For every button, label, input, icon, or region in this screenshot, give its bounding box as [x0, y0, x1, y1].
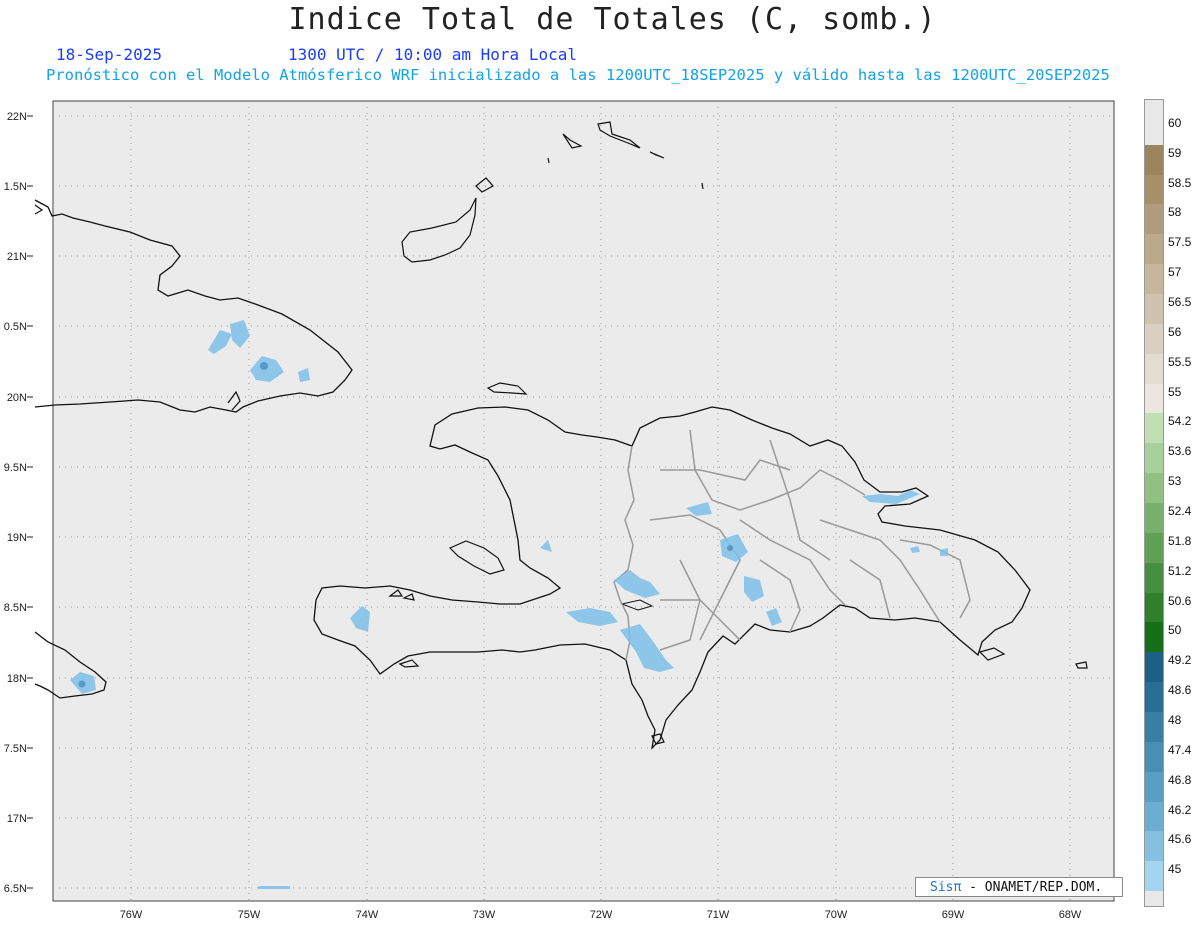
lat-tick-label: 17N — [7, 813, 27, 825]
legend-label: 50.6 — [1168, 593, 1192, 608]
legend-swatch — [1145, 682, 1163, 712]
lat-tick-label: 19N — [7, 532, 27, 544]
legend-swatch — [1145, 204, 1163, 235]
legend-label: 58 — [1168, 205, 1182, 220]
lon-tick-label: 75W — [238, 909, 261, 921]
lat-tick-label: 7.5N — [4, 743, 27, 755]
lon-tick-label: 70W — [825, 909, 848, 921]
color-legend — [1144, 99, 1164, 907]
lat-tick-label: 0.5N — [4, 321, 27, 333]
legend-label: 54.2 — [1168, 414, 1192, 429]
lon-tick-label: 69W — [942, 909, 965, 921]
legend-swatch — [1145, 413, 1163, 444]
legend-label: 57 — [1168, 265, 1182, 280]
legend-swatch — [1145, 532, 1163, 563]
legend-label: 55 — [1168, 384, 1182, 399]
lon-tick-label: 68W — [1059, 909, 1082, 921]
legend-swatch — [1145, 652, 1163, 683]
legend-label: 46.8 — [1168, 772, 1192, 787]
legend-label: 47.4 — [1168, 742, 1192, 757]
lat-tick-label: 9.5N — [4, 462, 27, 474]
legend-label: 46.2 — [1168, 802, 1192, 817]
legend-swatch — [1145, 383, 1163, 414]
lon-tick-label: 74W — [356, 909, 379, 921]
legend-swatch — [1145, 443, 1163, 474]
lon-tick-label: 73W — [473, 909, 496, 921]
legend-label: 60 — [1168, 115, 1182, 130]
legend-swatch — [1145, 234, 1163, 265]
credit-org: - ONAMET/REP.DOM. — [969, 880, 1103, 895]
legend-swatch — [1145, 353, 1163, 384]
legend-label: 56 — [1168, 324, 1182, 339]
longitude-labels: 76W 75W 74W 73W 72W 71W 70W 69W 68W — [120, 909, 1082, 921]
legend-swatch — [1145, 592, 1163, 623]
legend-label: 49.2 — [1168, 653, 1192, 668]
map-canvas: 22N 1.5N 21N 0.5N 20N 9.5N 19N 8.5N 18N 7.5N 17N 6.… — [4, 100, 1115, 921]
legend-label: 56.5 — [1168, 295, 1192, 310]
lon-tick-label: 72W — [590, 909, 613, 921]
legend-swatch — [1145, 264, 1163, 295]
legend-swatch — [1145, 861, 1163, 892]
credit-brand: Sisπ — [930, 880, 962, 895]
latitude-labels: 22N 1.5N 21N 0.5N 20N 9.5N 19N 8.5N 18N 7.5N 17N 6.… — [4, 111, 33, 895]
legend-label: 55.5 — [1168, 354, 1192, 369]
legend-swatch — [1145, 801, 1163, 832]
lat-tick-label: 20N — [7, 392, 27, 404]
legend-swatch — [1145, 174, 1163, 205]
legend-label: 50 — [1168, 623, 1182, 638]
legend-label: 51.8 — [1168, 533, 1192, 548]
legend-swatch — [1145, 473, 1163, 503]
legend-label: 45.6 — [1168, 832, 1192, 847]
lat-tick-label: 21N — [7, 251, 27, 263]
legend-label: 58.5 — [1168, 175, 1192, 190]
lon-tick-label: 71W — [707, 909, 730, 921]
legend-swatch — [1145, 622, 1163, 653]
legend-label: 48 — [1168, 712, 1182, 727]
legend-label: 59 — [1168, 145, 1182, 160]
legend-label: 53.6 — [1168, 444, 1192, 459]
legend-swatch — [1145, 711, 1163, 742]
legend-label: 45 — [1168, 862, 1182, 877]
lon-tick-label: 76W — [120, 909, 143, 921]
credit-box: Sisπ - ONAMET/REP.DOM. — [915, 877, 1123, 897]
lat-tick-label: 6.5N — [4, 883, 27, 895]
legend-swatch — [1145, 323, 1163, 354]
legend-swatch — [1145, 294, 1163, 324]
legend-swatch — [1145, 562, 1163, 593]
legend-swatch — [1145, 831, 1163, 862]
legend-label: 57.5 — [1168, 235, 1192, 250]
legend-swatch — [1145, 144, 1163, 175]
lat-tick-label: 18N — [7, 673, 27, 685]
legend-label: 53 — [1168, 474, 1182, 489]
legend-swatch — [1145, 503, 1163, 533]
legend-swatch — [1145, 100, 1163, 145]
map-frame — [52, 100, 1115, 902]
lat-tick-label: 22N — [7, 111, 27, 123]
lat-tick-label: 1.5N — [4, 181, 27, 193]
legend-label: 52.4 — [1168, 504, 1192, 518]
legend-label: 48.6 — [1168, 683, 1192, 698]
lat-tick-label: 8.5N — [4, 602, 27, 614]
cuba-west — [34, 204, 44, 215]
legend-label: 51.2 — [1168, 563, 1192, 578]
legend-swatch — [1145, 741, 1163, 772]
legend-swatch — [1145, 771, 1163, 802]
